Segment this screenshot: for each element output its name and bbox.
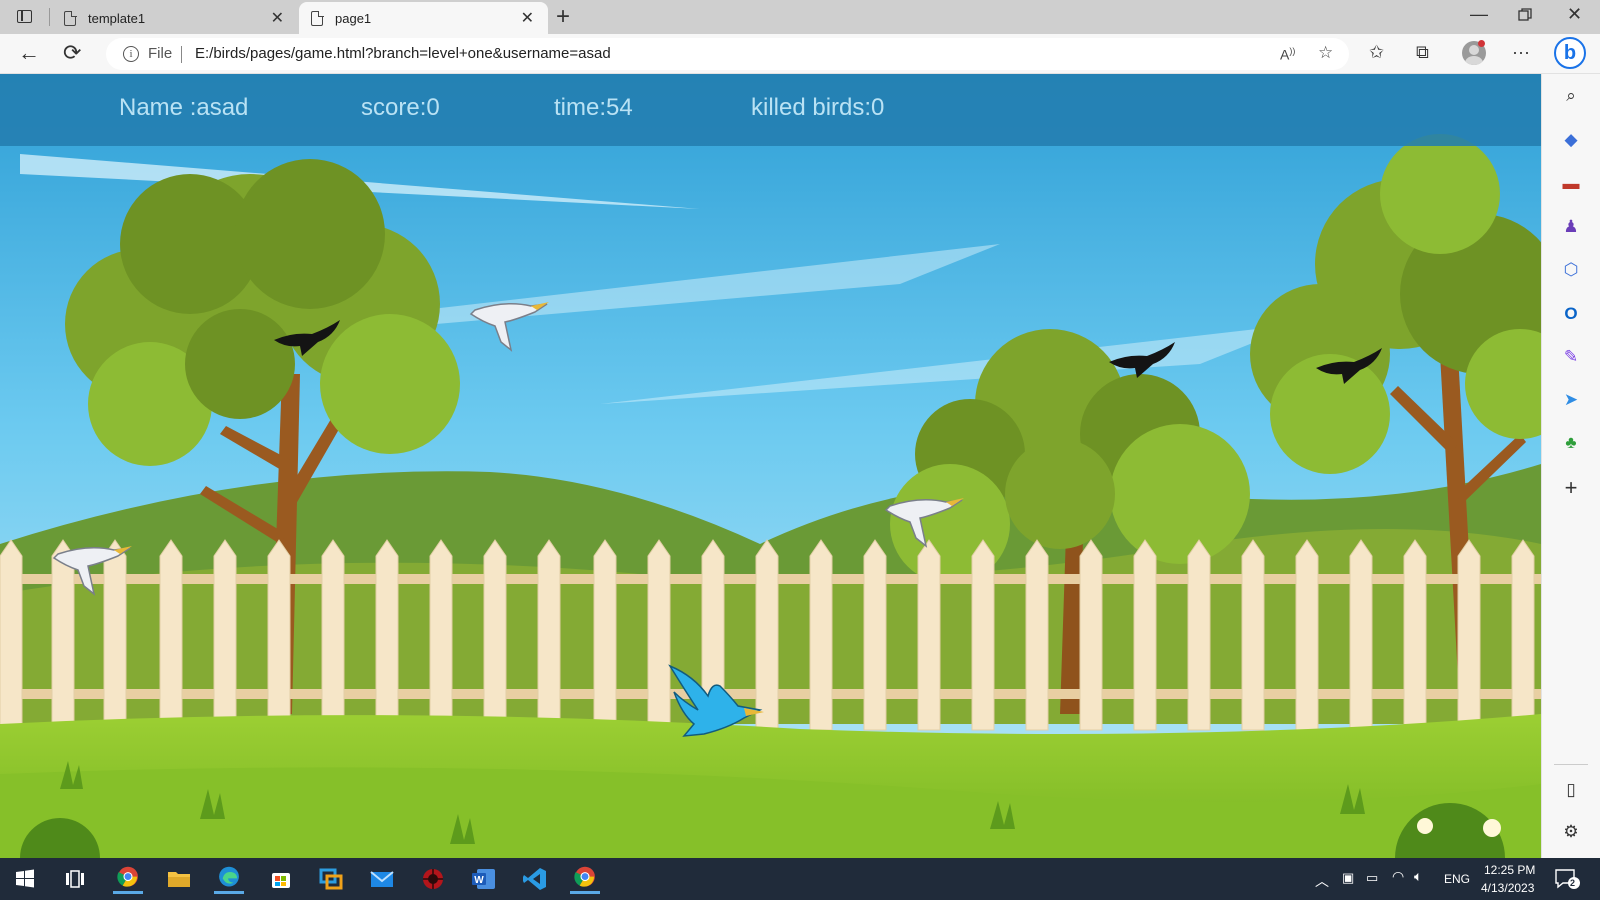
chrome-profile-icon[interactable] [570, 864, 600, 894]
page-icon [64, 10, 77, 26]
battery-icon[interactable]: ▭ [1366, 870, 1378, 886]
profile-notification-dot [1478, 40, 1485, 47]
address-separator [181, 46, 182, 63]
volume-icon[interactable]: 🔈︎ [1414, 868, 1422, 885]
games-icon[interactable]: ♟ [1559, 215, 1583, 239]
scheme-label: File [148, 45, 173, 62]
game-viewport[interactable]: Name :asad score:0 time:54 killed birds:… [0, 74, 1541, 858]
new-tab-button[interactable]: + [556, 3, 570, 31]
settings-gear-icon[interactable]: ⚙ [1559, 820, 1583, 844]
black-bird-icon[interactable] [1314, 346, 1386, 386]
tools-icon[interactable]: ▬ [1559, 172, 1583, 196]
black-bird-icon[interactable] [272, 318, 344, 358]
outlook-icon[interactable]: O [1559, 302, 1583, 326]
back-button[interactable]: ← [18, 40, 40, 66]
shopping-tag-icon[interactable]: ◆ [1559, 128, 1583, 152]
hud-killed-birds: killed birds:0 [751, 94, 885, 121]
address-bar[interactable]: i File E:/birds/pages/game.html?branch=l… [106, 38, 1349, 70]
tree-icon[interactable]: ♣ [1559, 431, 1583, 455]
notifications-icon[interactable] [1554, 868, 1580, 890]
search-icon[interactable]: ⌕ [1559, 84, 1583, 108]
windows-taskbar: W ︿ ▣ ▭ ◠ 🔈︎ ENG 12:25 PM 4/13/2023 2 [0, 858, 1600, 900]
refresh-button[interactable]: ⟳ [63, 40, 81, 66]
tab-bar: template1 ✕ page1 ✕ + — ✕ [0, 0, 1600, 34]
notification-count: 2 [1570, 878, 1576, 888]
meet-now-icon[interactable]: ▣ [1342, 870, 1354, 886]
mail-icon[interactable] [367, 864, 397, 894]
minimize-button[interactable]: — [1470, 4, 1488, 25]
clock-time[interactable]: 12:25 PM [1484, 863, 1535, 877]
white-bird-icon[interactable] [465, 292, 555, 354]
language-indicator[interactable]: ENG [1444, 872, 1470, 886]
bing-chat-icon[interactable]: b [1554, 37, 1586, 69]
clock-date[interactable]: 4/13/2023 [1481, 881, 1534, 895]
edge-icon[interactable] [214, 864, 244, 894]
game-hud: Name :asad score:0 time:54 killed birds:… [0, 74, 1541, 146]
vscode-icon[interactable] [520, 864, 550, 894]
tab-page1[interactable]: page1 ✕ [299, 2, 548, 34]
tab-close-icon[interactable]: ✕ [271, 8, 284, 28]
tab-template1[interactable]: template1 ✕ [52, 2, 298, 34]
remote-icon[interactable] [316, 864, 346, 894]
game-app-icon[interactable] [418, 864, 448, 894]
wifi-icon[interactable]: ◠ [1392, 868, 1404, 885]
more-options-icon[interactable]: ··· [1512, 42, 1530, 63]
player-blue-bird-icon[interactable] [664, 662, 768, 742]
sidebar-layout-icon[interactable]: ▯ [1559, 778, 1583, 802]
url-text[interactable]: E:/birds/pages/game.html?branch=level+on… [195, 45, 611, 62]
close-window-button[interactable]: ✕ [1567, 4, 1582, 25]
tab-close-icon[interactable]: ✕ [521, 8, 534, 28]
tab-separator [49, 8, 50, 26]
hud-player-name: Name :asad [119, 94, 249, 121]
hud-time: time:54 [554, 94, 633, 121]
game-background [0, 74, 1541, 858]
white-bird-icon[interactable] [880, 488, 970, 550]
task-view-icon[interactable] [60, 864, 90, 894]
tab-actions-icon[interactable] [14, 7, 34, 27]
file-explorer-icon[interactable] [164, 864, 194, 894]
hud-score: score:0 [361, 94, 440, 121]
edge-sidebar: ⌕ ◆ ▬ ♟ ⬡ O ✎ ➤ ♣ + ▯ ⚙ [1541, 74, 1600, 858]
designer-icon[interactable]: ✎ [1559, 345, 1583, 369]
collections-icon[interactable]: ⧉ [1416, 42, 1429, 63]
add-sidebar-app-icon[interactable]: + [1559, 476, 1583, 500]
svg-text:W: W [474, 875, 484, 886]
read-aloud-icon[interactable]: A)) [1280, 46, 1295, 63]
start-icon[interactable] [10, 864, 40, 894]
sidebar-separator [1554, 764, 1588, 765]
chrome-icon[interactable] [113, 864, 143, 894]
show-hidden-icons-chevron-icon[interactable]: ︿ [1315, 871, 1329, 891]
word-icon[interactable]: W [469, 864, 499, 894]
page-icon [311, 10, 324, 26]
office-icon[interactable]: ⬡ [1559, 258, 1583, 282]
favorites-icon[interactable]: ✩ [1369, 42, 1384, 63]
tab-title: template1 [88, 11, 146, 26]
tab-title: page1 [335, 11, 372, 26]
white-bird-icon[interactable] [48, 536, 138, 598]
black-bird-icon[interactable] [1107, 340, 1179, 380]
store-icon[interactable] [266, 864, 296, 894]
info-icon[interactable]: i [123, 46, 139, 62]
send-icon[interactable]: ➤ [1559, 388, 1583, 412]
add-favorite-icon[interactable]: ☆ [1318, 43, 1333, 63]
restore-button[interactable] [1518, 6, 1532, 27]
browser-toolbar: ← ⟳ i File E:/birds/pages/game.html?bran… [0, 34, 1600, 74]
